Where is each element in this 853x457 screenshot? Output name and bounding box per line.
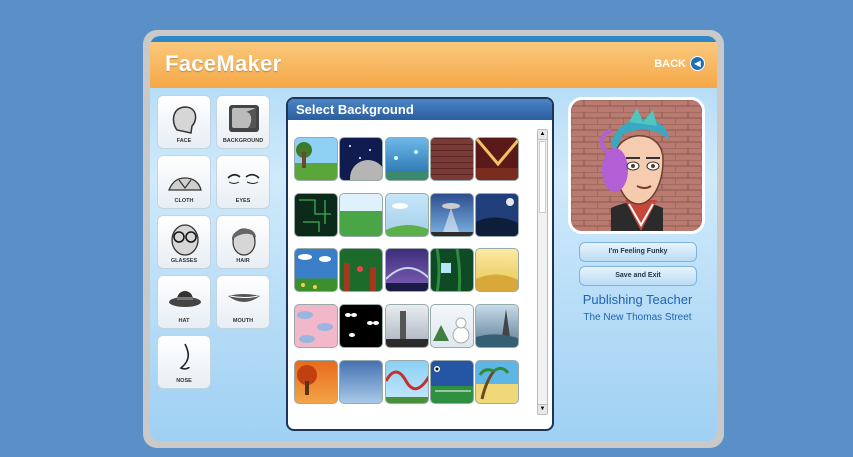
tool-glasses-button[interactable]: GLASSES — [157, 215, 211, 269]
tool-label: NOSE — [176, 378, 192, 384]
tool-cloth-button[interactable]: CLOTH — [157, 155, 211, 209]
background-scrollbar[interactable]: ▲ ▼ — [537, 129, 548, 415]
tool-label: MOUTH — [232, 318, 254, 324]
background-thumbnail-jungle[interactable] — [339, 248, 383, 292]
scroll-up-icon[interactable]: ▲ — [538, 130, 547, 140]
background-thumbnail-tower[interactable] — [475, 304, 519, 348]
tool-label: GLASSES — [170, 258, 198, 264]
app-title: FaceMaker — [165, 51, 282, 76]
cloth-icon — [168, 177, 202, 191]
background-thumbnail-park[interactable] — [294, 137, 338, 181]
scroll-thumb[interactable] — [539, 141, 546, 213]
tool-label: HAT — [178, 318, 190, 324]
back-button[interactable]: BACK ◀ — [654, 56, 705, 71]
background-thumbnail-hills[interactable] — [339, 193, 383, 237]
background-thumbnail-circuit[interactable] — [294, 193, 338, 237]
background-thumbnail-forest[interactable] — [430, 248, 474, 292]
background-thumbnail-sky[interactable] — [385, 193, 429, 237]
app-window: FaceMaker BACK ◀ FACE BACKGROUND CLOTH E… — [150, 36, 717, 441]
background-thumbnail-ufo[interactable] — [430, 193, 474, 237]
background-thumbnail-stage[interactable] — [475, 137, 519, 181]
background-thumbnail-brick[interactable] — [430, 137, 474, 181]
face-icon — [172, 106, 197, 134]
background-thumbnail-dark-eyes[interactable] — [339, 304, 383, 348]
tool-label: FACE — [176, 138, 192, 144]
avatar-preview — [568, 97, 705, 234]
background-thumbnail-snowman[interactable] — [430, 304, 474, 348]
tool-label: BACKGROUND — [222, 138, 264, 144]
tool-nose-button[interactable]: NOSE — [157, 335, 211, 389]
scroll-down-icon[interactable]: ▼ — [538, 404, 547, 414]
user-school: The New Thomas Street — [583, 312, 692, 323]
save-and-exit-button[interactable]: Save and Exit — [579, 266, 697, 286]
background-thumbnail-underwater[interactable] — [385, 137, 429, 181]
tool-background-button[interactable]: BACKGROUND — [216, 95, 270, 149]
background-panel: Select Background ▲ ▼ — [286, 97, 554, 431]
background-thumbnail-autumn[interactable] — [294, 360, 338, 404]
background-thumbnail-meadow[interactable] — [294, 248, 338, 292]
tool-hair-button[interactable]: HAIR — [216, 215, 270, 269]
nose-icon — [179, 343, 190, 370]
glasses-icon — [171, 224, 199, 256]
panel-title: Select Background — [288, 99, 552, 120]
tool-face-button[interactable]: FACE — [157, 95, 211, 149]
background-thumbnail-bridge[interactable] — [385, 248, 429, 292]
tool-eyes-button[interactable]: EYES — [216, 155, 270, 209]
background-thumbnail-city[interactable] — [385, 304, 429, 348]
header-bar: FaceMaker BACK ◀ — [150, 36, 717, 88]
tool-hat-button[interactable]: HAT — [157, 275, 211, 329]
tool-label: CLOTH — [174, 198, 194, 204]
background-thumbnail-desert[interactable] — [475, 248, 519, 292]
hat-icon — [169, 291, 201, 307]
feeling-funky-button[interactable]: I'm Feeling Funky — [579, 242, 697, 262]
mouth-icon — [228, 294, 260, 302]
background-icon — [229, 105, 259, 132]
background-thumbnail-space[interactable] — [339, 137, 383, 181]
background-thumbnail-rollercoaster[interactable] — [385, 360, 429, 404]
user-name: Publishing Teacher — [582, 292, 693, 307]
background-thumbnail-pattern[interactable] — [294, 304, 338, 348]
background-thumbnail-sports-field[interactable] — [430, 360, 474, 404]
background-thumbnail-cliff[interactable] — [475, 193, 519, 237]
tool-label: EYES — [235, 198, 251, 204]
tool-mouth-button[interactable]: MOUTH — [216, 275, 270, 329]
hair-icon — [231, 228, 256, 256]
eyes-icon — [227, 173, 260, 184]
back-label: BACK — [654, 57, 686, 70]
avatar-image — [571, 100, 702, 231]
background-thumbnail-beach[interactable] — [475, 360, 519, 404]
tool-label: HAIR — [236, 258, 250, 264]
back-arrow-icon: ◀ — [690, 56, 705, 71]
background-thumbnail-night-sky[interactable] — [339, 360, 383, 404]
